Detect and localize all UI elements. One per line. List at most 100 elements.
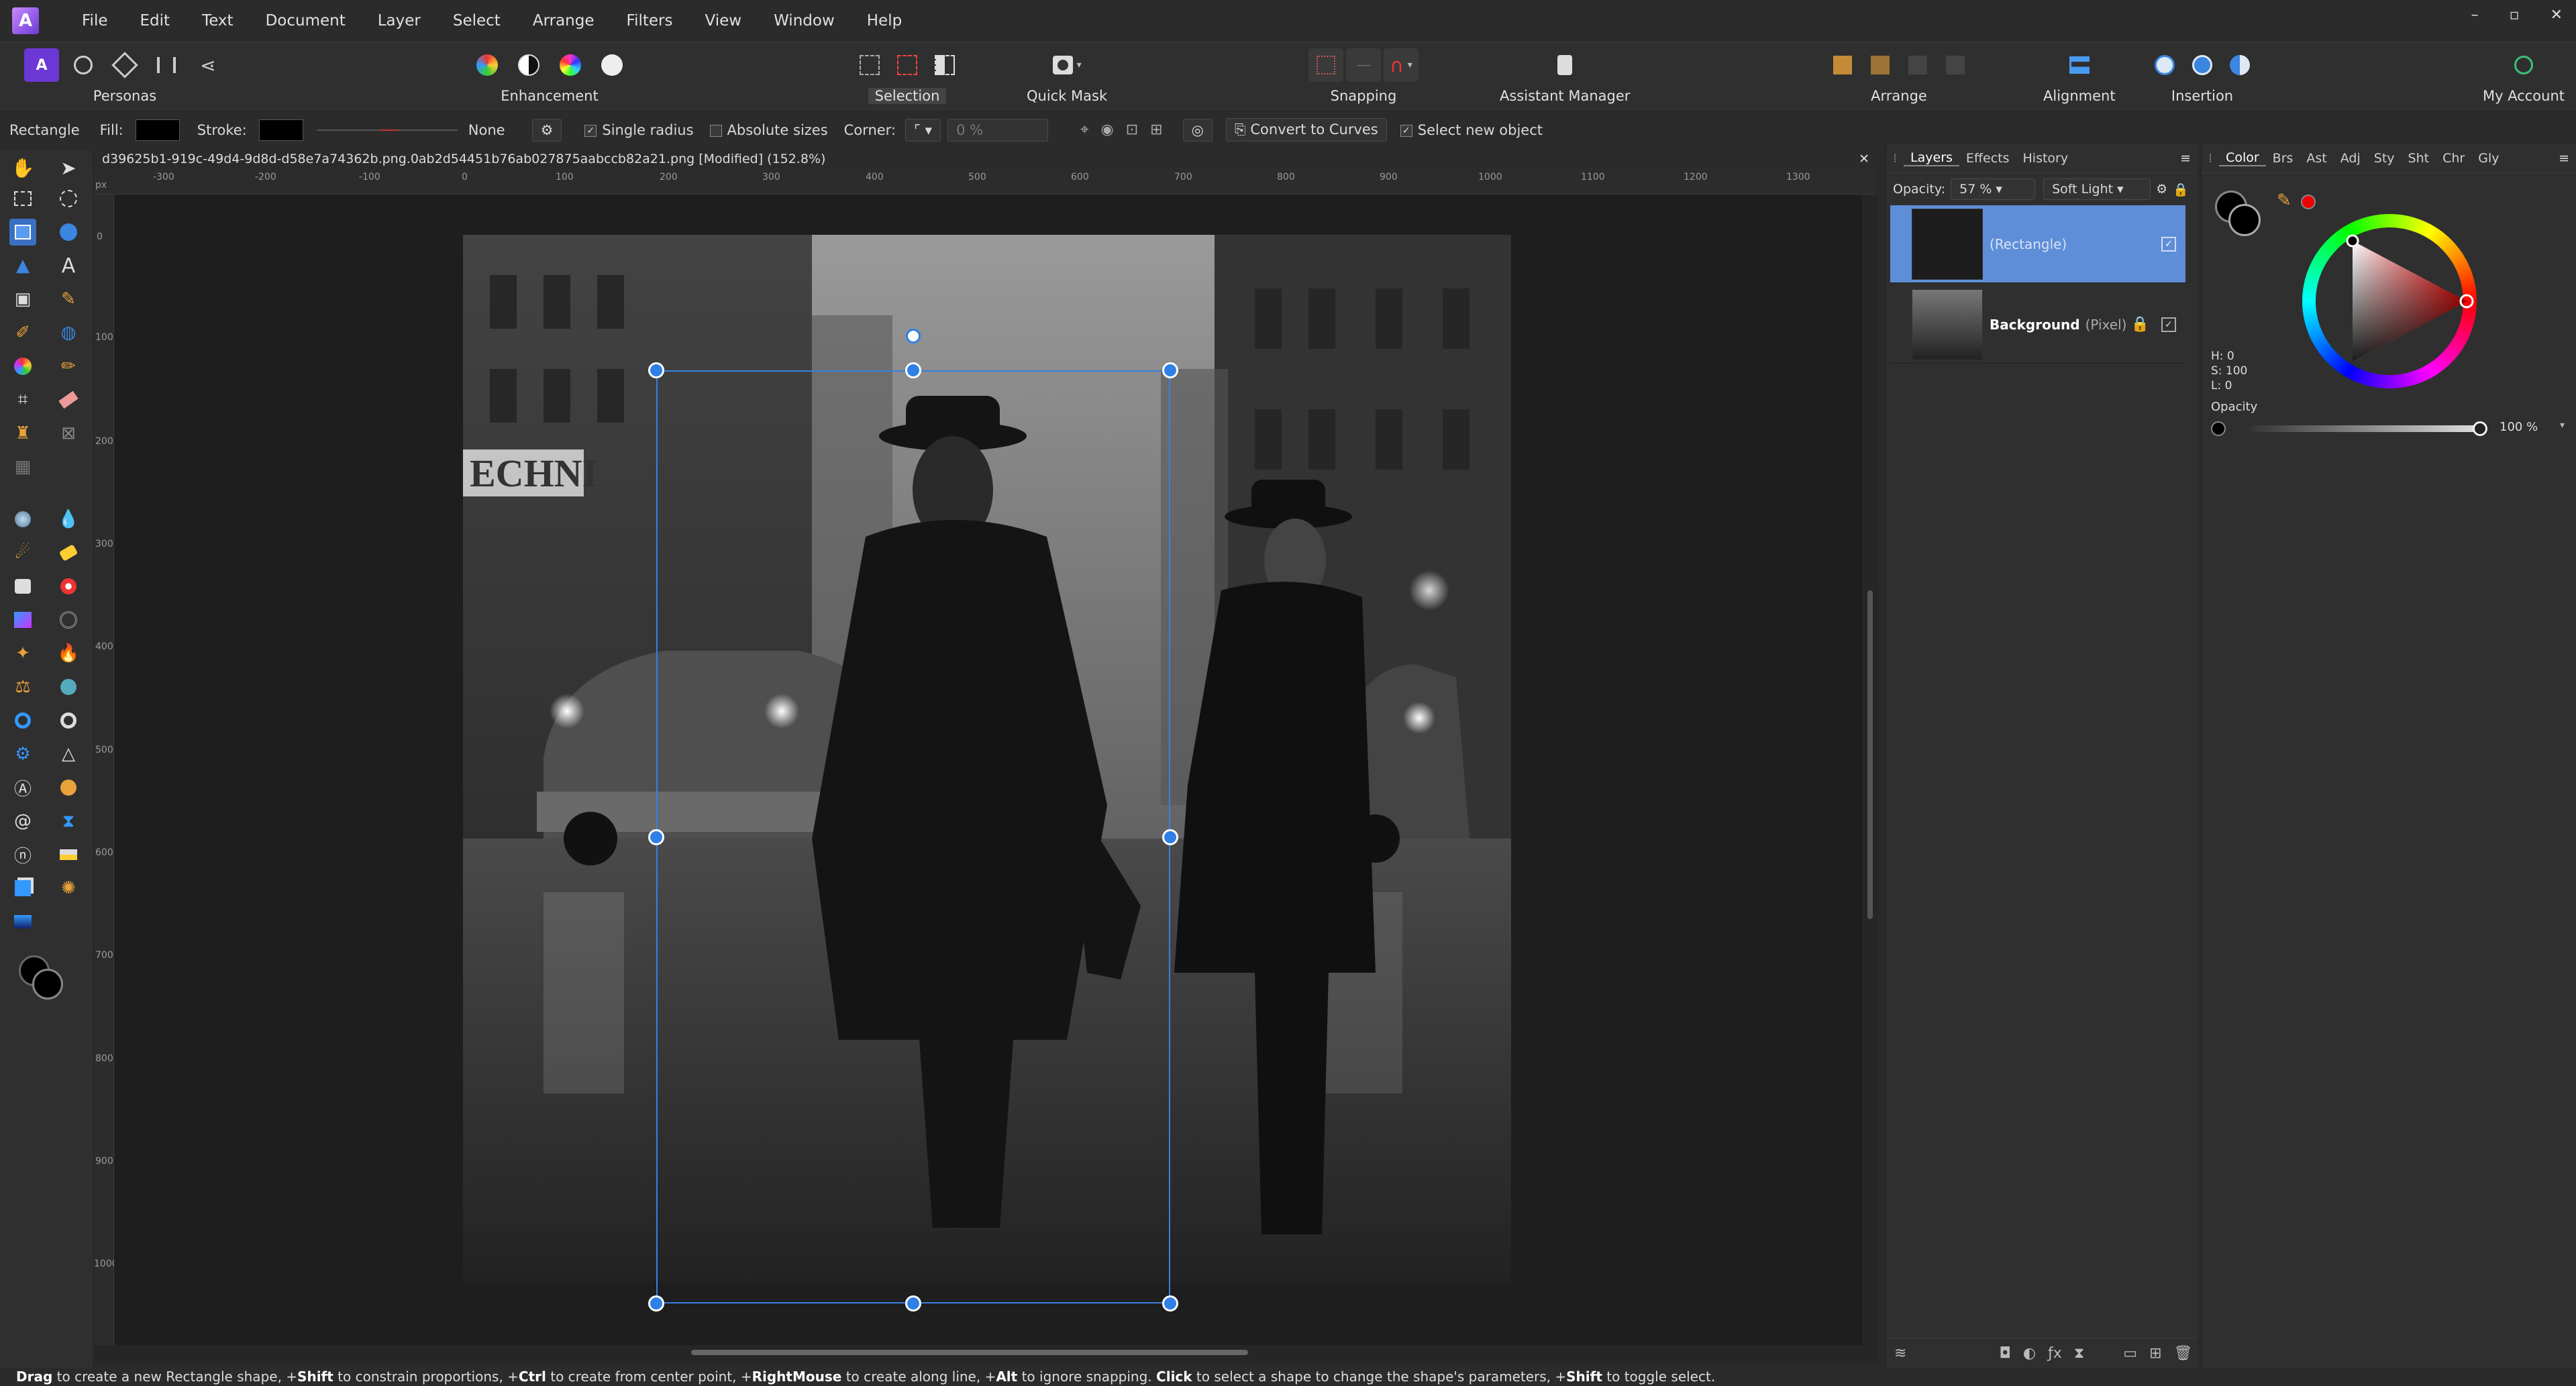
pencil-icon[interactable]: ✏ [55, 353, 82, 380]
triangle-icon[interactable]: △ [55, 741, 82, 767]
levels-icon[interactable] [470, 48, 505, 82]
text-tool-icon[interactable]: A [55, 252, 82, 279]
my-account-label[interactable]: My Account [2483, 88, 2565, 104]
handle-top-left[interactable] [648, 362, 664, 378]
color-wheel-icon[interactable] [9, 353, 36, 380]
wave-icon[interactable]: ⓝ [9, 841, 36, 868]
tab-color[interactable]: Color [2219, 150, 2266, 166]
rotation-handle[interactable] [906, 329, 921, 343]
absolute-sizes-option[interactable]: Absolute sizes [709, 122, 828, 138]
menu-layer[interactable]: Layer [362, 12, 437, 30]
contrast-icon[interactable] [511, 48, 546, 82]
layer-lock-icon[interactable]: 🔒 [2131, 316, 2149, 333]
document-tab[interactable]: d39625b1-919c-49d4-9d8d-d58e7a74362b.png… [94, 150, 1879, 168]
adjustment-icon[interactable]: ◐ [2023, 1345, 2036, 1362]
color-picker-icon[interactable]: ✐ [9, 319, 36, 346]
radial-icon[interactable] [55, 707, 82, 734]
rectangle-tool-icon[interactable] [9, 219, 36, 246]
menu-help[interactable]: Help [851, 12, 918, 30]
sponge-icon[interactable] [55, 674, 82, 700]
group-folder-icon[interactable]: ▭ [2123, 1345, 2137, 1362]
tone-mapping-persona-icon[interactable] [149, 48, 184, 82]
move-back-one-icon[interactable] [1863, 48, 1898, 82]
stroke-swatch[interactable] [258, 119, 303, 141]
mask-icon[interactable]: ◘ [1999, 1345, 2010, 1362]
tab-adjustments[interactable]: Adj [2334, 151, 2367, 166]
panel-grip-icon[interactable]: ⁞ [2202, 151, 2219, 166]
opacity-slider[interactable] [2249, 425, 2477, 432]
path-icon[interactable]: ◎ [1182, 118, 1213, 142]
panel-menu-icon[interactable]: ≡ [2180, 151, 2191, 166]
export-persona-icon[interactable]: ⋖ [191, 48, 225, 82]
pen-tool-icon[interactable]: ▲ [9, 252, 36, 279]
handle-top-right[interactable] [1162, 362, 1178, 378]
handle-bottom-right[interactable] [1162, 1295, 1178, 1312]
tab-assets[interactable]: Ast [2300, 151, 2333, 166]
tab-brushes[interactable]: Brs [2266, 151, 2300, 166]
select-new-object-checkbox[interactable]: ✓ [1400, 124, 1412, 137]
move-forward-one-icon[interactable] [1900, 48, 1935, 82]
a-circle-icon[interactable]: Ⓐ [9, 774, 36, 801]
vertical-scroll-thumb[interactable] [1867, 590, 1873, 919]
color-panel-menu-icon[interactable]: ≡ [2559, 151, 2569, 166]
menu-window[interactable]: Window [758, 12, 851, 30]
snapping-grid-icon[interactable] [1308, 48, 1343, 82]
shape-tool-icon[interactable] [9, 573, 36, 600]
white-balance-icon[interactable] [595, 48, 629, 82]
alignment-icon[interactable] [2062, 48, 2097, 82]
lightbulb-icon[interactable]: ✺ [55, 875, 82, 902]
clone-stamp-icon[interactable]: ♜ [9, 420, 36, 447]
burn-brush-icon[interactable] [55, 539, 82, 566]
rectangle-selection-bounds[interactable] [656, 370, 1170, 1303]
paint-brush-icon[interactable]: ✎ [55, 286, 82, 313]
close-document-icon[interactable]: ✕ [1859, 150, 1869, 168]
layer-row-rectangle[interactable]: (Rectangle) ✓ [1890, 205, 2185, 283]
dodge-brush-icon[interactable] [55, 606, 82, 633]
insert-inside-icon[interactable] [2222, 48, 2257, 82]
settings-gear-icon[interactable]: ⚙ [531, 118, 562, 142]
snapping-magnet-icon[interactable]: ∩ ▾ [1384, 48, 1419, 82]
flame-icon[interactable]: 🔥 [55, 640, 82, 667]
hourglass-icon[interactable]: ⧗ [55, 808, 82, 835]
account-icon[interactable] [2506, 48, 2541, 82]
select-new-object-option[interactable]: ✓ Select new object [1400, 122, 1543, 138]
quick-mask-icon[interactable]: ▾ [1049, 48, 1084, 82]
fill-bucket-icon[interactable]: ◍ [55, 319, 82, 346]
menu-document[interactable]: Document [250, 12, 362, 30]
eraser-icon[interactable] [55, 386, 82, 413]
deselect-icon[interactable] [890, 48, 925, 82]
menu-filters[interactable]: Filters [611, 12, 689, 30]
orange-ball-icon[interactable] [55, 774, 82, 801]
balance-icon[interactable]: ⚖ [9, 674, 36, 700]
photo-persona-icon[interactable]: A [24, 48, 59, 82]
crop-icon[interactable]: ⊞ [1150, 121, 1162, 138]
crop-tool-icon[interactable]: ⌗ [9, 386, 36, 413]
stroke-width-slider[interactable] [316, 129, 458, 131]
gear-wheel-icon[interactable]: ⚙ [9, 741, 36, 767]
visibility-checkbox[interactable]: ✓ [2161, 236, 2176, 252]
grid-icon[interactable]: ▦ [9, 454, 36, 480]
corner-value-field[interactable]: 0 % [947, 118, 1049, 142]
target-icon[interactable]: ⌖ [1080, 121, 1088, 138]
insert-behind-icon[interactable] [2147, 48, 2182, 82]
smudge-brush-icon[interactable]: ☄ [9, 539, 36, 566]
rectangle-blue-icon[interactable] [9, 908, 36, 935]
liquify-persona-icon[interactable] [66, 48, 101, 82]
panel-grip-icon[interactable]: ⁞ [1886, 151, 1904, 166]
color-triangle[interactable] [2302, 214, 2477, 388]
handle-top-center[interactable] [905, 362, 921, 378]
menu-file[interactable]: File [66, 12, 124, 30]
picked-color-swatch[interactable] [2301, 195, 2316, 209]
lock-icon[interactable]: 🔒 [2173, 182, 2189, 197]
insert-top-icon[interactable] [2185, 48, 2220, 82]
assistant-manager-icon[interactable] [1547, 48, 1582, 82]
corner-type-dropdown[interactable]: ⌜ ▾ [905, 118, 941, 142]
snapping-toggle-icon[interactable]: — [1346, 48, 1381, 82]
layer-row-background[interactable]: Background (Pixel) 🔒 ✓ [1890, 286, 2185, 364]
select-all-icon[interactable] [852, 48, 887, 82]
menu-edit[interactable]: Edit [124, 12, 187, 30]
move-to-back-icon[interactable] [1825, 48, 1860, 82]
color-balance-icon[interactable] [553, 48, 588, 82]
delete-layer-icon[interactable]: 🗑 [2174, 1345, 2193, 1362]
rectangle-marquee-icon[interactable] [9, 185, 36, 212]
